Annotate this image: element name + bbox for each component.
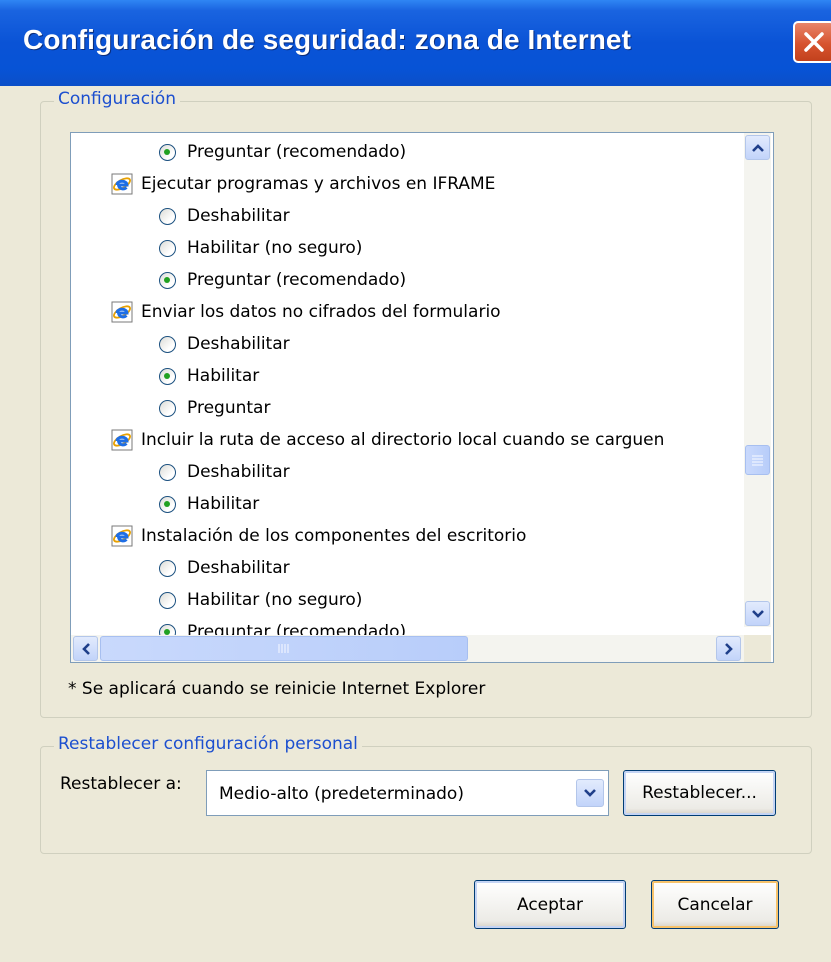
setting-option-label: Preguntar (recomendado) xyxy=(187,142,407,162)
chevron-down-icon xyxy=(751,609,764,618)
setting-option-label: Habilitar (no seguro) xyxy=(187,238,363,258)
radio-button[interactable] xyxy=(159,239,176,257)
horizontal-scrollbar[interactable] xyxy=(71,635,744,662)
chevron-down-icon xyxy=(584,789,596,797)
scroll-down-button[interactable] xyxy=(745,601,770,626)
grip-icon xyxy=(278,644,289,653)
restart-note: * Se aplicará cuando se reinicie Interne… xyxy=(68,679,486,699)
setting-option[interactable]: Habilitar xyxy=(159,361,259,391)
setting-option[interactable]: Deshabilitar xyxy=(159,457,290,487)
ie-icon xyxy=(111,173,133,195)
setting-category: Ejecutar programas y archivos en IFRAME xyxy=(111,169,495,199)
scroll-right-button[interactable] xyxy=(716,636,741,661)
setting-option-label: Habilitar xyxy=(187,366,260,386)
setting-category: Instalación de los componentes del escri… xyxy=(111,521,526,551)
radio-button[interactable] xyxy=(159,271,176,289)
reset-button[interactable]: Restablecer... xyxy=(623,770,776,816)
dropdown-button[interactable] xyxy=(576,779,604,807)
settings-list[interactable]: Preguntar (recomendado) Ejecutar programa… xyxy=(70,132,774,663)
setting-option-label: Habilitar (no seguro) xyxy=(187,590,363,610)
setting-option[interactable]: Preguntar (recomendado) xyxy=(159,137,406,167)
radio-button[interactable] xyxy=(159,399,176,417)
setting-option[interactable]: Habilitar (no seguro) xyxy=(159,233,362,263)
close-button[interactable] xyxy=(793,21,831,63)
reset-group-label: Restablecer configuración personal xyxy=(54,734,362,754)
radio-button[interactable] xyxy=(159,463,176,481)
ie-icon xyxy=(111,429,133,451)
radio-button[interactable] xyxy=(159,495,176,513)
reset-to-label: Restablecer a: xyxy=(60,774,182,794)
radio-button[interactable] xyxy=(159,207,176,225)
setting-category: Incluir la ruta de acceso al directorio … xyxy=(111,425,664,455)
radio-button[interactable] xyxy=(159,143,176,161)
vertical-scrollbar[interactable] xyxy=(744,133,771,627)
setting-option-label: Deshabilitar xyxy=(187,558,290,578)
chevron-up-icon xyxy=(751,143,764,152)
ok-button[interactable]: Aceptar xyxy=(474,880,626,929)
radio-button[interactable] xyxy=(159,591,176,609)
window-title: Configuración de seguridad: zona de Inte… xyxy=(23,24,631,55)
radio-button[interactable] xyxy=(159,335,176,353)
setting-option-label: Preguntar (recomendado) xyxy=(187,270,407,290)
grip-icon xyxy=(752,455,763,466)
settings-group-label: Configuración xyxy=(54,89,180,109)
setting-option-label: Deshabilitar xyxy=(187,334,290,354)
cancel-button[interactable]: Cancelar xyxy=(651,880,779,929)
radio-button[interactable] xyxy=(159,367,176,385)
setting-option[interactable]: Deshabilitar xyxy=(159,553,290,583)
setting-option-label: Deshabilitar xyxy=(187,462,290,482)
chevron-right-icon xyxy=(724,642,733,655)
security-level-dropdown[interactable]: Medio-alto (predeterminado) xyxy=(206,770,609,816)
setting-option[interactable]: Preguntar xyxy=(159,393,270,423)
scroll-up-button[interactable] xyxy=(745,135,770,160)
vertical-scroll-thumb[interactable] xyxy=(745,445,770,475)
scroll-left-button[interactable] xyxy=(73,636,98,661)
ie-icon xyxy=(111,525,133,547)
setting-option[interactable]: Deshabilitar xyxy=(159,201,290,231)
setting-category-label: Instalación de los componentes del escri… xyxy=(141,526,527,546)
setting-option[interactable]: Preguntar (recomendado) xyxy=(159,265,406,295)
ie-icon xyxy=(111,301,133,323)
radio-button[interactable] xyxy=(159,559,176,577)
setting-option[interactable]: Deshabilitar xyxy=(159,329,290,359)
setting-option[interactable]: Habilitar (no seguro) xyxy=(159,585,362,615)
setting-option-label: Habilitar xyxy=(187,494,260,514)
horizontal-scroll-thumb[interactable] xyxy=(100,636,468,661)
close-icon xyxy=(804,32,824,52)
security-level-value: Medio-alto (predeterminado) xyxy=(219,784,464,804)
setting-category-label: Ejecutar programas y archivos en IFRAME xyxy=(141,174,496,194)
scroll-corner xyxy=(744,635,771,662)
title-bar: Configuración de seguridad: zona de Inte… xyxy=(0,0,831,86)
setting-category-label: Incluir la ruta de acceso al directorio … xyxy=(141,430,665,450)
chevron-left-icon xyxy=(81,642,90,655)
setting-category: Enviar los datos no cifrados del formula… xyxy=(111,297,501,327)
setting-option-label: Preguntar xyxy=(187,398,271,418)
setting-option-label: Deshabilitar xyxy=(187,206,290,226)
setting-option[interactable]: Habilitar xyxy=(159,489,259,519)
setting-category-label: Enviar los datos no cifrados del formula… xyxy=(141,302,501,322)
